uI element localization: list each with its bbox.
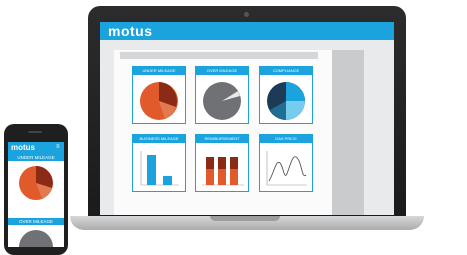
line-chart-icon: [266, 151, 307, 186]
phone-app-logo[interactable]: motus: [11, 143, 35, 152]
app-logo[interactable]: motus: [108, 23, 153, 39]
card-under-mileage[interactable]: UNDER MILEAGE: [132, 66, 186, 124]
bar-chart-icon: [140, 151, 179, 186]
pie-chart-icon: [203, 82, 241, 120]
card-title: UNDER MILEAGE: [133, 67, 185, 75]
laptop-screen: motus UNDER MILEAGE OVER MILEAGE COMPLIA…: [100, 22, 394, 215]
card-gas-price[interactable]: GAS PRICE: [259, 134, 313, 192]
card-title: OVER MILEAGE: [196, 67, 248, 75]
stacked-bar-chart-icon: [202, 157, 244, 186]
speaker-icon: [28, 131, 42, 133]
menu-icon[interactable]: ≡: [56, 144, 60, 150]
phone-screen: motus ≡ UNDER MILEAGE OVER MILEAGE: [8, 142, 64, 247]
card-reimbursement[interactable]: REIMBURSEMENT: [195, 134, 249, 192]
pie-chart-icon: [19, 230, 53, 247]
pie-chart-icon: [267, 82, 305, 120]
card-title: GAS PRICE: [260, 135, 312, 143]
laptop-notch: [210, 216, 280, 221]
dashboard-header-bar: [120, 52, 318, 59]
card-business-mileage[interactable]: BUSINESS MILEAGE: [132, 134, 186, 192]
pie-chart-icon: [140, 82, 178, 120]
card-compliance[interactable]: COMPLIANCE: [259, 66, 313, 124]
phone-section-label: UNDER MILEAGE: [8, 154, 64, 161]
camera-icon: [244, 12, 249, 17]
top-nav-bar: motus: [100, 22, 394, 40]
card-over-mileage[interactable]: OVER MILEAGE: [195, 66, 249, 124]
phone-section-label: OVER MILEAGE: [8, 218, 64, 225]
card-title: REIMBURSEMENT: [196, 135, 248, 143]
card-title: COMPLIANCE: [260, 67, 312, 75]
card-title: BUSINESS MILEAGE: [133, 135, 185, 143]
phone-top-bar: motus ≡: [8, 142, 64, 154]
pie-chart-icon: [19, 166, 53, 200]
right-sidebar: [332, 50, 364, 215]
